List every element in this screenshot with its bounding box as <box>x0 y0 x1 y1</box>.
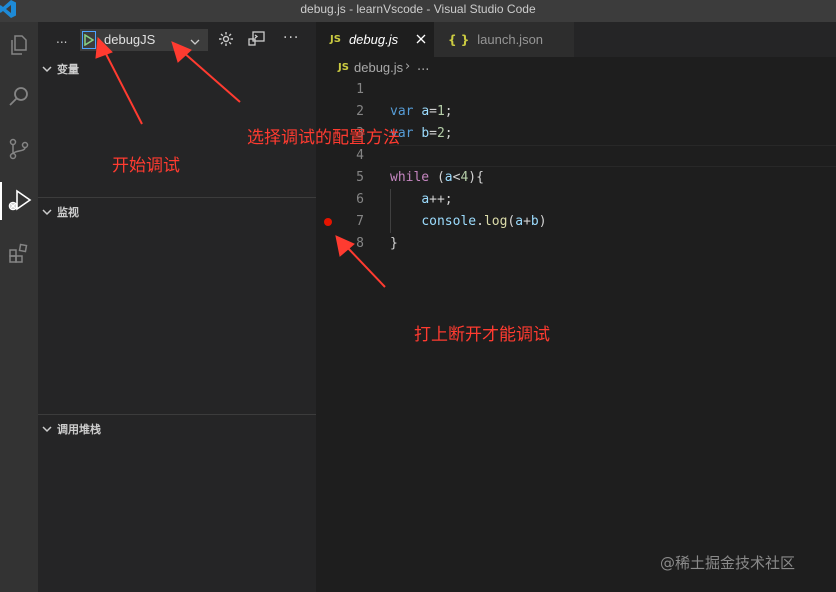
annotation-arrows <box>95 36 386 288</box>
annotation-choose-config: 选择调试的配置方法 <box>247 128 400 148</box>
annotation-start-debug: 开始调试 <box>112 156 180 176</box>
watermark: @稀土掘金技术社区 <box>660 554 796 572</box>
annotation-set-breakpoint: 打上断开才能调试 <box>414 325 550 345</box>
